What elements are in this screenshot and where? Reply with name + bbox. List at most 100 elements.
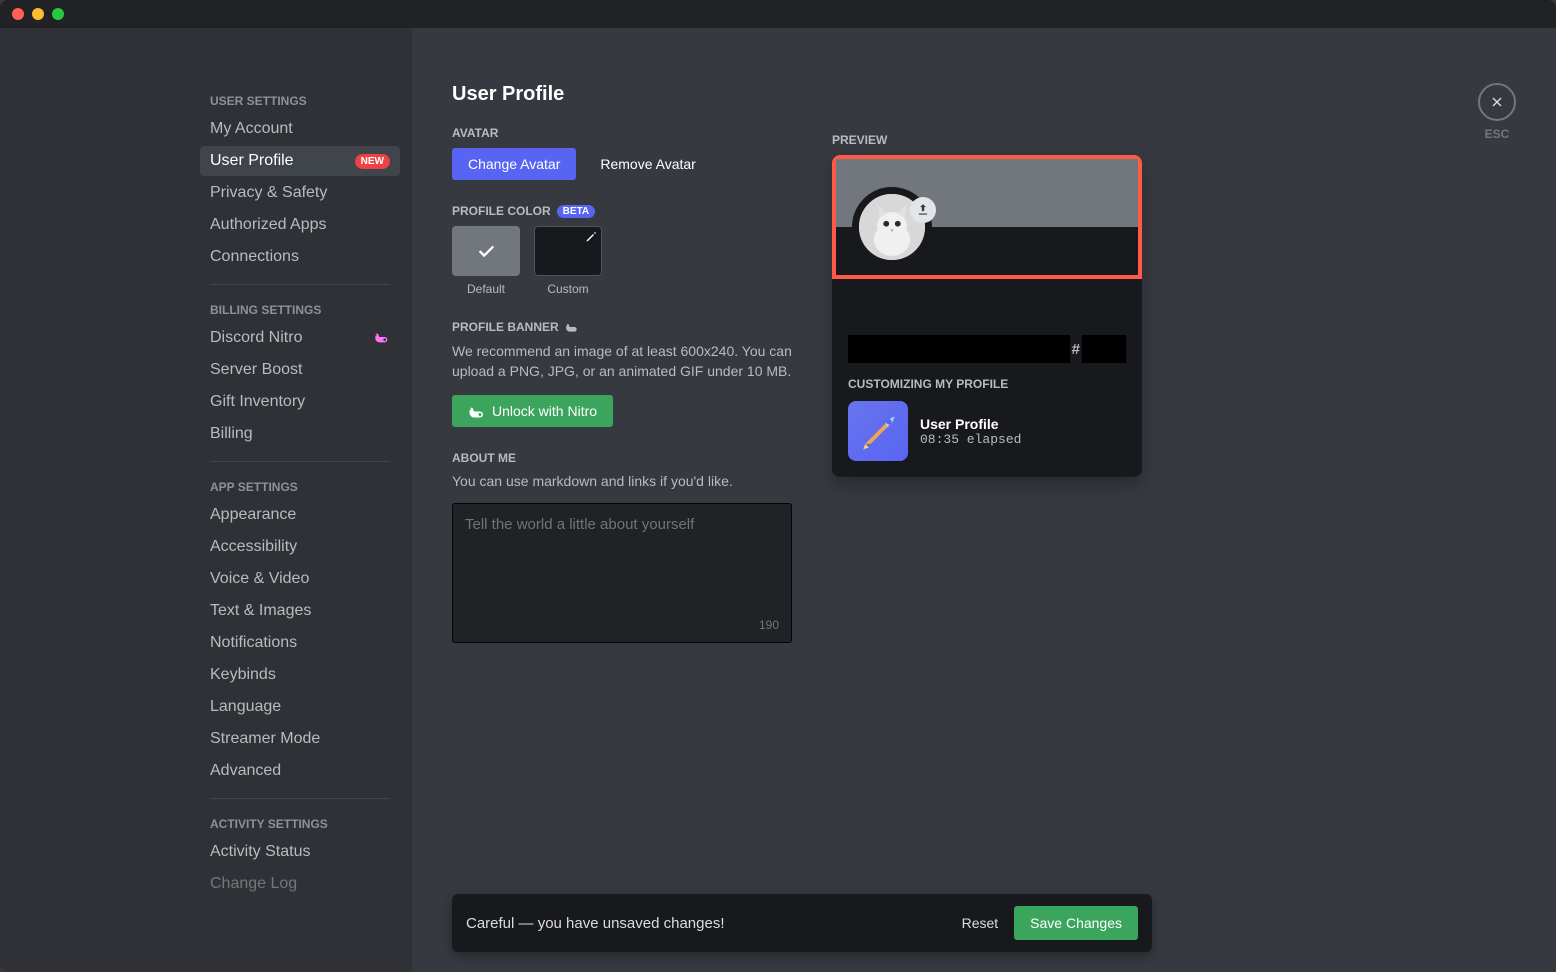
profile-color-default-swatch[interactable] bbox=[452, 226, 520, 276]
page-title: User Profile bbox=[452, 83, 792, 106]
swatch-custom-label: Custom bbox=[547, 282, 588, 296]
profile-color-section-label: Profile Color BETA bbox=[452, 204, 792, 218]
maximize-window-icon[interactable] bbox=[52, 8, 64, 20]
sidebar-header-billing-settings: Billing Settings bbox=[200, 297, 400, 323]
sidebar-item-advanced[interactable]: Advanced bbox=[200, 756, 400, 786]
sidebar-item-change-log[interactable]: Change Log bbox=[200, 869, 400, 899]
sidebar-item-label: My Account bbox=[210, 120, 293, 138]
swatch-default-label: Default bbox=[467, 282, 505, 296]
pencil-rocket-icon bbox=[856, 409, 900, 453]
sidebar-item-privacy-safety[interactable]: Privacy & Safety bbox=[200, 178, 400, 208]
sidebar-header-user-settings: User Settings bbox=[200, 88, 400, 114]
sidebar-item-label: Appearance bbox=[210, 506, 296, 524]
change-avatar-button[interactable]: Change Avatar bbox=[452, 148, 576, 180]
sidebar-divider bbox=[210, 461, 390, 462]
sidebar-header-activity-settings: Activity Settings bbox=[200, 811, 400, 837]
activity-app-icon bbox=[848, 401, 908, 461]
preview-discriminator: # bbox=[1072, 341, 1080, 358]
sidebar-item-voice-video[interactable]: Voice & Video bbox=[200, 564, 400, 594]
new-badge: NEW bbox=[355, 154, 390, 169]
sidebar-item-label: Notifications bbox=[210, 634, 297, 652]
profile-banner-text: Profile Banner bbox=[452, 320, 559, 334]
sidebar-item-keybinds[interactable]: Keybinds bbox=[200, 660, 400, 690]
preview-section-label: Preview bbox=[832, 133, 1142, 147]
sidebar-item-discord-nitro[interactable]: Discord Nitro bbox=[200, 323, 400, 353]
sidebar-item-label: Change Log bbox=[210, 875, 297, 893]
nitro-icon bbox=[468, 405, 486, 418]
activity-title: User Profile bbox=[920, 416, 1021, 432]
preview-banner-highlight bbox=[832, 155, 1142, 279]
sidebar-divider bbox=[210, 284, 390, 285]
profile-banner-description: We recommend an image of at least 600x24… bbox=[452, 342, 792, 381]
unsaved-changes-text: Careful — you have unsaved changes! bbox=[466, 915, 962, 932]
sidebar-item-billing[interactable]: Billing bbox=[200, 419, 400, 449]
about-me-textarea[interactable] bbox=[465, 516, 779, 616]
pencil-icon bbox=[585, 231, 597, 243]
nitro-icon bbox=[565, 322, 579, 332]
sidebar-item-label: Billing bbox=[210, 425, 253, 443]
sidebar-item-streamer-mode[interactable]: Streamer Mode bbox=[200, 724, 400, 754]
preview-username-redacted bbox=[848, 335, 1070, 363]
sidebar-item-text-images[interactable]: Text & Images bbox=[200, 596, 400, 626]
sidebar-item-label: Text & Images bbox=[210, 602, 311, 620]
about-me-container: 190 bbox=[452, 503, 792, 643]
remove-avatar-button[interactable]: Remove Avatar bbox=[584, 148, 711, 180]
unlock-with-nitro-button[interactable]: Unlock with Nitro bbox=[452, 395, 613, 427]
sidebar-divider bbox=[210, 798, 390, 799]
esc-label: ESC bbox=[1485, 127, 1510, 141]
sidebar-item-user-profile[interactable]: User Profile NEW bbox=[200, 146, 400, 176]
about-me-description: You can use markdown and links if you'd … bbox=[452, 473, 792, 489]
profile-color-custom-swatch[interactable] bbox=[534, 226, 602, 276]
sidebar-item-authorized-apps[interactable]: Authorized Apps bbox=[200, 210, 400, 240]
upload-banner-button[interactable] bbox=[910, 197, 936, 223]
customizing-profile-label: Customizing My Profile bbox=[848, 377, 1126, 391]
window-titlebar bbox=[0, 0, 1556, 28]
sidebar-item-my-account[interactable]: My Account bbox=[200, 114, 400, 144]
sidebar-header-app-settings: App Settings bbox=[200, 474, 400, 500]
unlock-nitro-label: Unlock with Nitro bbox=[492, 403, 597, 419]
sidebar-item-label: Gift Inventory bbox=[210, 393, 305, 411]
check-icon bbox=[475, 240, 497, 262]
sidebar-item-appearance[interactable]: Appearance bbox=[200, 500, 400, 530]
profile-color-text: Profile Color bbox=[452, 204, 551, 218]
sidebar-item-server-boost[interactable]: Server Boost bbox=[200, 355, 400, 385]
close-window-icon[interactable] bbox=[12, 8, 24, 20]
settings-sidebar: User Settings My Account User Profile NE… bbox=[0, 28, 412, 972]
sidebar-item-label: Privacy & Safety bbox=[210, 184, 327, 202]
profile-preview-card: # Customizing My Profile bbox=[832, 155, 1142, 477]
sidebar-item-label: Streamer Mode bbox=[210, 730, 320, 748]
sidebar-item-language[interactable]: Language bbox=[200, 692, 400, 722]
reset-button[interactable]: Reset bbox=[962, 915, 999, 931]
preview-tag-redacted bbox=[1082, 335, 1126, 363]
profile-banner-section-label: Profile Banner bbox=[452, 320, 792, 334]
activity-elapsed-time: 08:35 elapsed bbox=[920, 432, 1021, 447]
about-me-char-count: 190 bbox=[759, 618, 779, 632]
close-settings-button[interactable] bbox=[1478, 83, 1516, 121]
sidebar-item-connections[interactable]: Connections bbox=[200, 242, 400, 272]
sidebar-item-label: Discord Nitro bbox=[210, 329, 302, 347]
sidebar-item-label: Voice & Video bbox=[210, 570, 309, 588]
minimize-window-icon[interactable] bbox=[32, 8, 44, 20]
nitro-icon bbox=[374, 330, 390, 346]
sidebar-item-label: Advanced bbox=[210, 762, 281, 780]
unsaved-changes-bar: Careful — you have unsaved changes! Rese… bbox=[452, 894, 1152, 952]
sidebar-item-label: Authorized Apps bbox=[210, 216, 327, 234]
sidebar-item-label: Accessibility bbox=[210, 538, 297, 556]
content-area: ESC User Profile Avatar Change Avatar Re… bbox=[412, 28, 1556, 972]
sidebar-item-label: User Profile bbox=[210, 152, 294, 170]
beta-badge: BETA bbox=[557, 205, 595, 218]
sidebar-item-notifications[interactable]: Notifications bbox=[200, 628, 400, 658]
sidebar-item-label: Language bbox=[210, 698, 281, 716]
save-changes-button[interactable]: Save Changes bbox=[1014, 906, 1138, 940]
sidebar-item-activity-status[interactable]: Activity Status bbox=[200, 837, 400, 867]
sidebar-item-gift-inventory[interactable]: Gift Inventory bbox=[200, 387, 400, 417]
close-icon bbox=[1489, 94, 1505, 110]
upload-icon bbox=[916, 203, 930, 217]
sidebar-item-label: Server Boost bbox=[210, 361, 302, 379]
avatar-section-label: Avatar bbox=[452, 126, 792, 140]
sidebar-item-accessibility[interactable]: Accessibility bbox=[200, 532, 400, 562]
about-me-section-label: About Me bbox=[452, 451, 792, 465]
sidebar-item-label: Connections bbox=[210, 248, 299, 266]
sidebar-item-label: Activity Status bbox=[210, 843, 310, 861]
sidebar-item-label: Keybinds bbox=[210, 666, 276, 684]
